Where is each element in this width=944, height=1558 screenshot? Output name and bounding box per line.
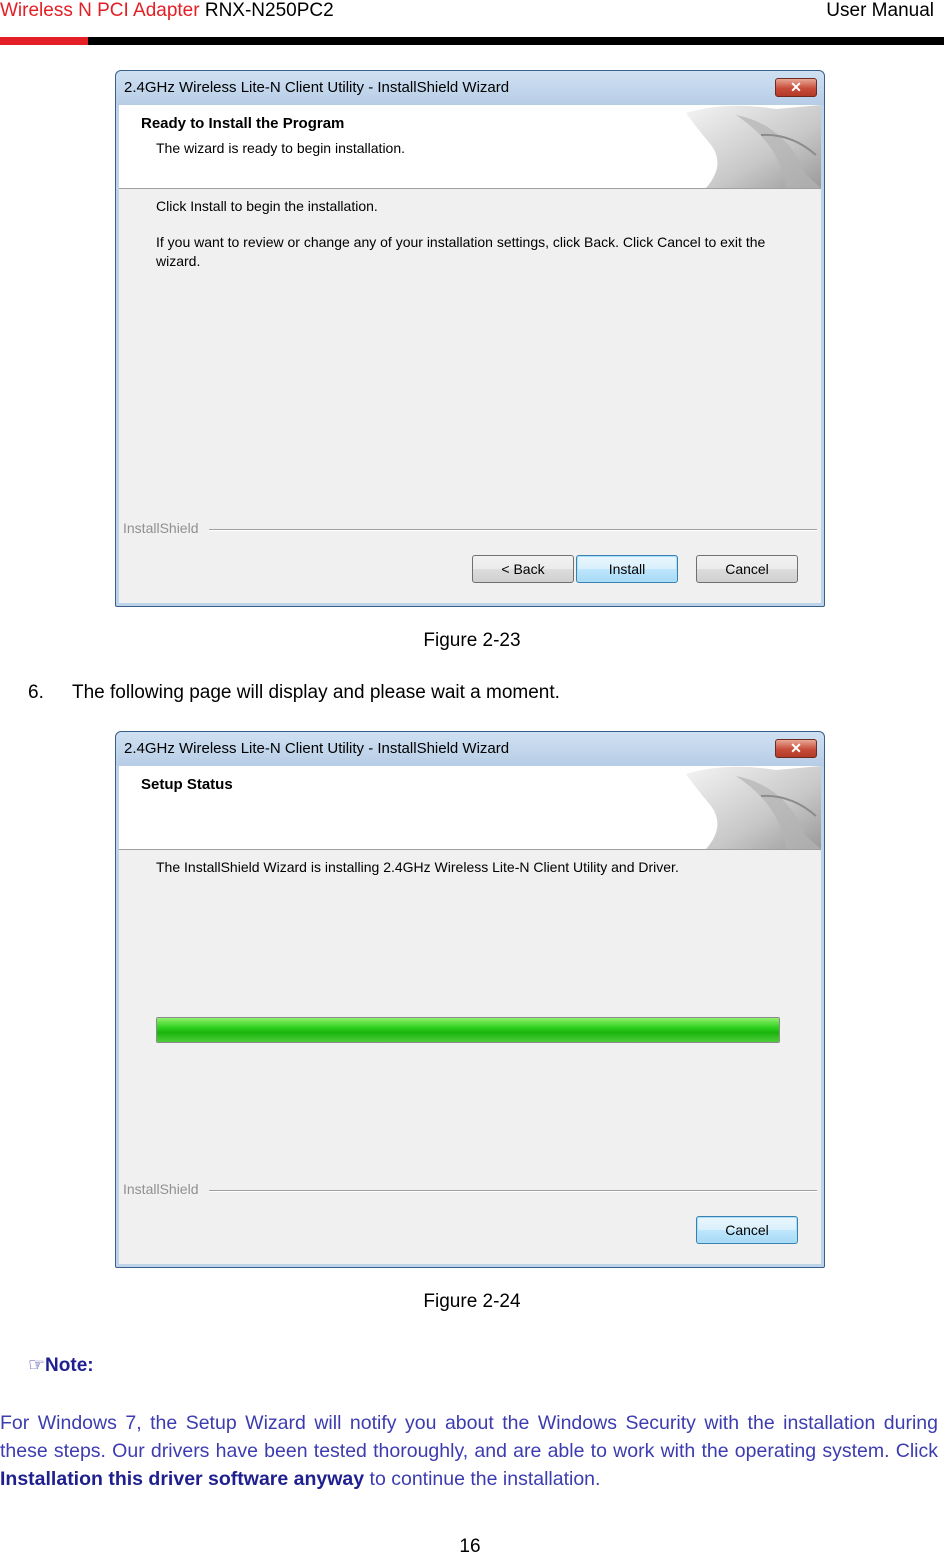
window-title: 2.4GHz Wireless Lite-N Client Utility - … [124, 79, 510, 96]
close-icon: ✕ [790, 740, 802, 756]
figure-caption-2-24: Figure 2-24 [423, 1291, 521, 1312]
cancel-button[interactable]: Cancel [696, 1216, 798, 1244]
note-text-before: For Windows 7, the Setup Wizard will not… [0, 1412, 938, 1462]
header-doc-type: User Manual [826, 0, 934, 21]
wizard-client-area: Ready to Install the Program The wizard … [119, 105, 821, 603]
wizard-banner: Setup Status [119, 766, 821, 850]
header-rule-red [0, 37, 88, 45]
status-text: The InstallShield Wizard is installing 2… [156, 859, 679, 875]
step-text: The following page will display and plea… [72, 682, 560, 703]
page-header: Wireless N PCI Adapter RNX-N250PC2 User … [0, 0, 944, 46]
wizard-banner: Ready to Install the Program The wizard … [119, 105, 821, 189]
installshield-label: InstallShield [123, 1181, 199, 1197]
close-button[interactable]: ✕ [775, 78, 817, 97]
note-text-after: to continue the installation. [364, 1468, 601, 1490]
note-bold-instruction: Installation this driver software anyway [0, 1468, 365, 1490]
title-bar[interactable]: 2.4GHz Wireless Lite-N Client Utility - … [116, 732, 824, 766]
header-product: Wireless N PCI Adapter RNX-N250PC2 [0, 0, 334, 22]
button-row: Cancel [119, 1216, 821, 1246]
banner-title: Setup Status [141, 776, 233, 793]
installshield-divider [209, 529, 817, 531]
banner-title: Ready to Install the Program [141, 115, 345, 132]
button-row: < Back Install Cancel [119, 555, 821, 585]
title-bar[interactable]: 2.4GHz Wireless Lite-N Client Utility - … [116, 71, 824, 105]
step-number: 6. [28, 682, 44, 703]
install-wizard-window-status: 2.4GHz Wireless Lite-N Client Utility - … [115, 731, 825, 1268]
installshield-label: InstallShield [123, 520, 199, 536]
window-title: 2.4GHz Wireless Lite-N Client Utility - … [124, 740, 510, 757]
close-icon: ✕ [790, 79, 802, 95]
header-rule-black [88, 37, 944, 45]
note-label: Note: [45, 1355, 94, 1376]
note-heading: ☞Note: [28, 1354, 94, 1377]
installshield-divider [209, 1190, 817, 1192]
back-button[interactable]: < Back [472, 555, 574, 583]
figure-caption-2-23: Figure 2-23 [423, 630, 521, 651]
install-button[interactable]: Install [576, 555, 678, 583]
note-paragraph: For Windows 7, the Setup Wizard will not… [0, 1409, 938, 1493]
install-wizard-window-ready: 2.4GHz Wireless Lite-N Client Utility - … [115, 70, 825, 607]
progress-bar [156, 1017, 780, 1043]
instruction-text: Click Install to begin the installation. [156, 198, 378, 214]
cancel-button[interactable]: Cancel [696, 555, 798, 583]
banner-subtitle: The wizard is ready to begin installatio… [156, 140, 406, 156]
progress-fill [157, 1018, 779, 1042]
close-button[interactable]: ✕ [775, 739, 817, 758]
step-6: 6. The following page will display and pl… [28, 682, 560, 704]
header-product-name: Wireless N PCI Adapter [0, 0, 200, 21]
page-number: 16 [459, 1536, 481, 1557]
header-model: RNX-N250PC2 [204, 0, 334, 21]
page-curl-icon [686, 105, 821, 188]
wizard-client-area: Setup Status The InstallShield Wizard is… [119, 766, 821, 1264]
page-curl-icon [686, 766, 821, 849]
pointing-hand-icon: ☞ [28, 1355, 46, 1376]
instruction-text-2: If you want to review or change any of y… [156, 234, 766, 269]
